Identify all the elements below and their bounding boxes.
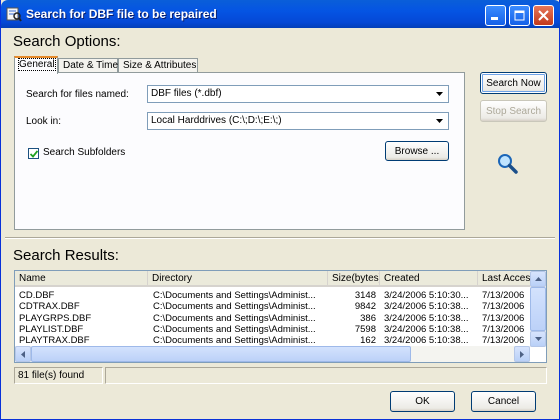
close-icon xyxy=(538,10,549,21)
status-panel xyxy=(105,367,547,384)
chevron-up-icon xyxy=(534,277,542,281)
check-icon xyxy=(29,149,38,158)
close-button[interactable] xyxy=(533,5,554,26)
subfolders-checkbox[interactable] xyxy=(28,148,39,159)
scroll-up-button[interactable] xyxy=(530,271,546,287)
cell-created: 3/24/2006 5:10:38... xyxy=(384,324,469,335)
scroll-right-button[interactable] xyxy=(514,346,530,362)
cell-last-access: 7/13/2006 xyxy=(482,324,525,335)
horizontal-scroll-thumb[interactable] xyxy=(31,346,411,362)
chevron-down-icon xyxy=(534,337,542,341)
cell-directory: C:\Documents and Settings\Administ... xyxy=(153,335,316,346)
minimize-button[interactable] xyxy=(485,5,506,26)
ok-button[interactable]: OK xyxy=(390,391,455,412)
cell-name: CD.DBF xyxy=(19,290,55,301)
chevron-down-icon xyxy=(432,114,447,128)
cell-directory: C:\Documents and Settings\Administ... xyxy=(153,313,316,324)
general-tab-panel: Search for files named: DBF files (*.dbf… xyxy=(14,72,465,230)
column-header-created[interactable]: Created xyxy=(380,271,478,287)
cell-name: CDTRAX.DBF xyxy=(19,301,80,312)
cell-directory: C:\Documents and Settings\Administ... xyxy=(153,324,316,335)
cell-size: 7598 xyxy=(354,324,376,335)
scroll-down-button[interactable] xyxy=(530,331,546,347)
divider xyxy=(5,237,555,239)
files-named-label: Search for files named: xyxy=(26,89,129,100)
vertical-scroll-thumb[interactable] xyxy=(530,287,546,331)
search-now-button[interactable]: Search Now xyxy=(480,72,547,94)
cell-last-access: 7/13/2006 xyxy=(482,335,525,346)
search-options-heading: Search Options: xyxy=(13,33,121,50)
magnifier-icon xyxy=(496,152,520,176)
vertical-scrollbar[interactable] xyxy=(530,271,546,347)
cell-directory: C:\Documents and Settings\Administ... xyxy=(153,301,316,312)
cell-last-access: 7/13/2006 xyxy=(482,313,525,324)
window-title: Search for DBF file to be repaired xyxy=(26,7,217,21)
cell-size: 3148 xyxy=(354,290,376,301)
cell-name: PLAYGRPS.DBF xyxy=(19,313,92,324)
minimize-icon xyxy=(491,17,498,20)
maximize-icon xyxy=(514,10,525,21)
tab-size-attributes[interactable]: Size & Attributes xyxy=(118,58,198,73)
column-header-size[interactable]: Size(bytes) xyxy=(328,271,380,287)
results-list[interactable]: Name Directory Size(bytes) Created Last … xyxy=(14,270,547,363)
look-in-select[interactable]: Local Harddrives (C:\;D:\;E:\;) xyxy=(147,112,449,130)
cell-created: 3/24/2006 5:10:30... xyxy=(384,290,469,301)
scroll-left-button[interactable] xyxy=(15,346,31,362)
horizontal-scrollbar[interactable] xyxy=(15,346,530,362)
chevron-down-icon xyxy=(432,87,447,101)
cancel-button[interactable]: Cancel xyxy=(471,391,536,412)
column-header-directory[interactable]: Directory xyxy=(148,271,328,287)
chevron-left-icon xyxy=(21,350,25,358)
title-bar[interactable]: Search for DBF file to be repaired xyxy=(1,0,560,28)
files-named-value: DBF files (*.dbf) xyxy=(151,88,222,99)
cell-created: 3/24/2006 5:10:38... xyxy=(384,313,469,324)
column-header-name[interactable]: Name xyxy=(15,271,148,287)
search-results-heading: Search Results: xyxy=(13,247,119,264)
cell-last-access: 7/13/2006 xyxy=(482,290,525,301)
files-named-select[interactable]: DBF files (*.dbf) xyxy=(147,85,449,103)
cell-created: 3/24/2006 5:10:38... xyxy=(384,301,469,312)
search-dialog: Search for DBF file to be repaired Searc… xyxy=(0,0,560,420)
cell-directory: C:\Documents and Settings\Administ... xyxy=(153,290,316,301)
cell-name: PLAYLIST.DBF xyxy=(19,324,84,335)
look-in-value: Local Harddrives (C:\;D:\;E:\;) xyxy=(151,115,282,126)
chevron-right-icon xyxy=(520,350,524,358)
status-found-count: 81 file(s) found xyxy=(14,367,103,384)
cell-last-access: 7/13/2006 xyxy=(482,301,525,312)
stop-search-button[interactable]: Stop Search xyxy=(480,100,547,122)
subfolders-label[interactable]: Search Subfolders xyxy=(43,147,125,158)
look-in-label: Look in: xyxy=(26,116,62,127)
cell-created: 3/24/2006 5:10:38... xyxy=(384,335,469,346)
tab-date-time[interactable]: Date & Time xyxy=(58,58,118,73)
cell-size: 386 xyxy=(360,313,376,324)
cell-size: 9842 xyxy=(354,301,376,312)
app-icon xyxy=(6,6,22,22)
browse-button[interactable]: Browse ... xyxy=(385,141,449,161)
cell-size: 162 xyxy=(360,335,376,346)
cell-name: PLAYTRAX.DBF xyxy=(19,335,90,346)
column-header-last-access[interactable]: Last Access xyxy=(478,271,538,287)
tab-general[interactable]: General xyxy=(14,56,58,74)
maximize-button[interactable] xyxy=(509,5,530,26)
